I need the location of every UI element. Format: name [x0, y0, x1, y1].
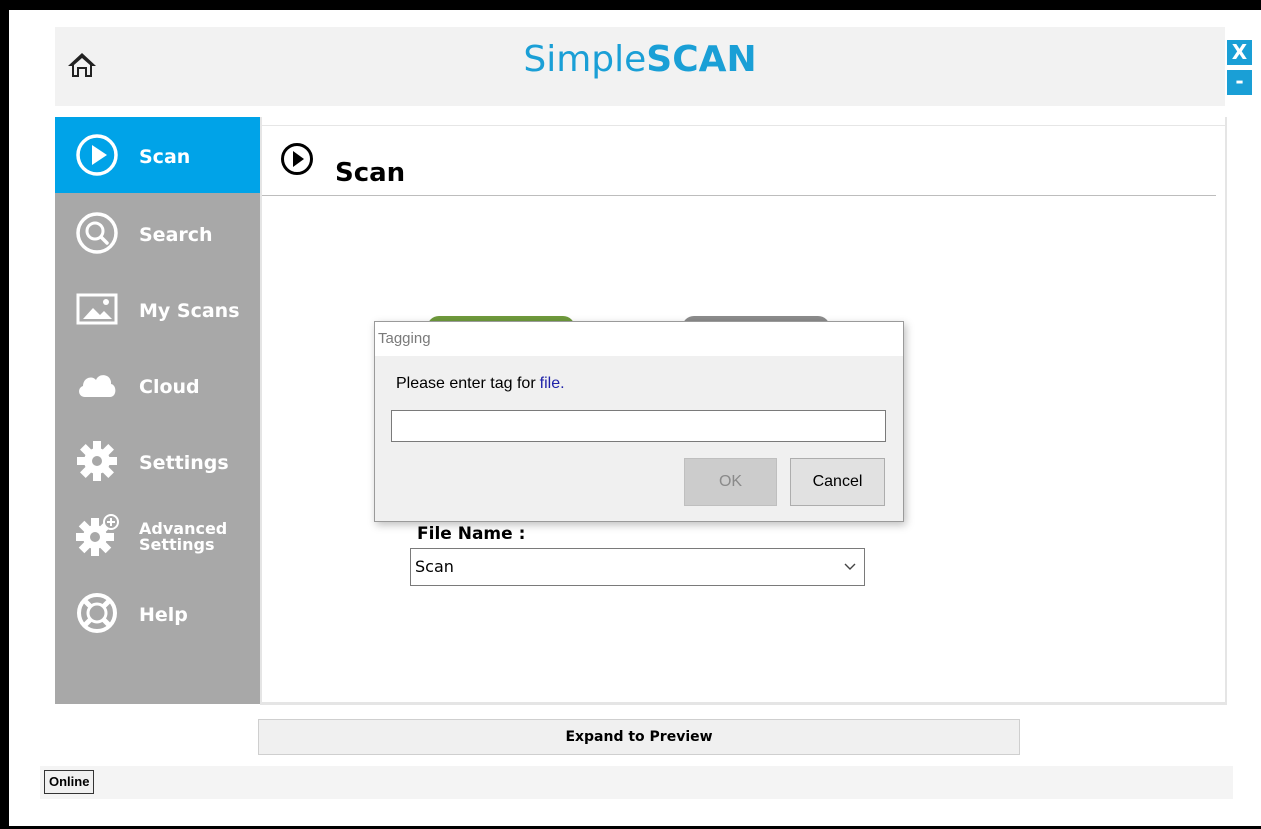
play-circle-icon — [281, 143, 313, 175]
tag-input[interactable] — [391, 410, 886, 442]
image-icon — [76, 293, 118, 325]
window-frame-left — [0, 0, 9, 829]
dialog-titlebar[interactable]: Tagging — [375, 322, 903, 356]
cloud-icon — [79, 375, 116, 397]
cancel-button[interactable]: Cancel — [790, 458, 885, 506]
sidebar-item-cloud[interactable]: Cloud — [55, 345, 260, 421]
app-title: SimpleSCAN — [55, 39, 1225, 80]
sidebar-item-label: Search — [139, 224, 213, 246]
sidebar-item-label: My Scans — [139, 300, 240, 322]
file-name-value: Scan — [415, 557, 454, 576]
dialog-message-text: Please enter tag for — [396, 375, 536, 392]
dialog-title: Tagging — [378, 330, 431, 347]
sidebar-item-scan[interactable]: Scan — [55, 117, 260, 193]
sidebar-item-settings[interactable]: Settings — [55, 421, 260, 497]
play-circle-icon — [76, 134, 118, 176]
sidebar-item-label-line2: Settings — [139, 535, 215, 554]
sidebar-item-help[interactable]: Help — [55, 573, 260, 649]
app-title-part1: Simple — [523, 39, 647, 80]
search-icon — [76, 212, 118, 254]
status-bar: Online — [40, 766, 1233, 799]
sidebar-item-advanced-settings[interactable]: Advanced Settings — [55, 497, 260, 573]
expand-to-preview-button[interactable]: Expand to Preview — [258, 719, 1020, 755]
panel-border — [1225, 117, 1227, 704]
sidebar: Scan Search My Scans Cloud Settings Adva… — [55, 117, 260, 704]
ok-button[interactable]: OK — [684, 458, 777, 506]
gear-icon — [77, 441, 117, 481]
title-divider — [262, 195, 1216, 196]
sidebar-item-search[interactable]: Search — [55, 193, 260, 269]
app-title-part2: SCAN — [646, 39, 757, 80]
tagging-dialog: Tagging Please enter tag for file. OK Can… — [374, 321, 904, 522]
lifebuoy-icon — [77, 593, 117, 633]
panel-border — [260, 702, 1227, 705]
minimize-button[interactable]: - — [1227, 70, 1252, 95]
sidebar-item-label: Help — [139, 604, 188, 626]
app-header: SimpleSCAN — [55, 27, 1225, 106]
file-name-select[interactable]: Scan — [410, 548, 865, 586]
status-badge: Online — [44, 770, 95, 794]
sidebar-item-label: Settings — [139, 452, 229, 474]
page-title: Scan — [335, 158, 406, 188]
file-name-label: File Name : — [417, 524, 526, 544]
window-frame-top — [0, 0, 1261, 10]
gear-plus-icon — [76, 514, 119, 556]
sidebar-item-label: Advanced Settings — [139, 521, 227, 553]
sidebar-item-my-scans[interactable]: My Scans — [55, 269, 260, 345]
sidebar-item-label: Cloud — [139, 376, 200, 398]
dialog-message: Please enter tag for file. — [396, 375, 565, 393]
sidebar-item-label: Scan — [139, 146, 191, 168]
dialog-message-accent: file. — [539, 375, 565, 392]
chevron-down-icon — [844, 563, 856, 570]
close-button[interactable]: X — [1227, 40, 1252, 65]
